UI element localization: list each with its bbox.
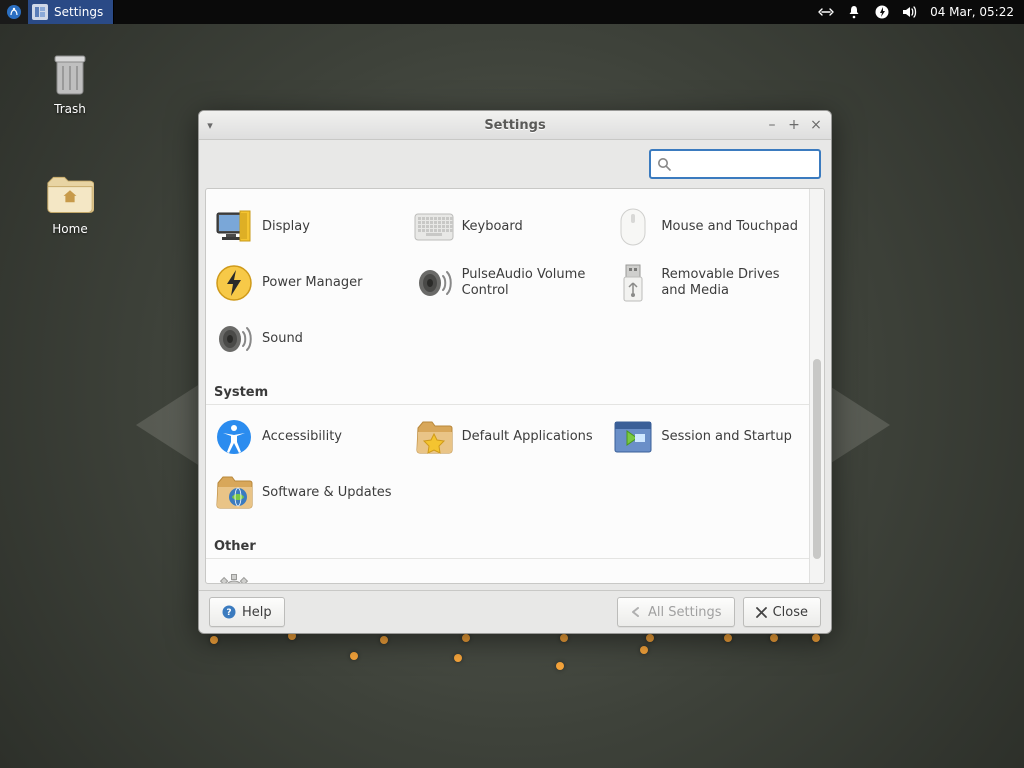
settings-task-icon: [32, 4, 48, 20]
close-label: Close: [773, 605, 808, 620]
svg-text:?: ?: [226, 608, 231, 618]
desktop-icon-trash[interactable]: Trash: [30, 50, 110, 116]
settings-item-label: Power Manager: [262, 275, 362, 291]
settings-item-label: Accessibility: [262, 429, 342, 445]
trash-icon: [46, 50, 94, 98]
scrollbar[interactable]: [809, 189, 824, 583]
accessibility-icon: [214, 417, 254, 457]
help-icon: ?: [222, 605, 236, 619]
usb-icon: [613, 263, 653, 303]
search-icon: [657, 157, 671, 171]
speaker-icon: [214, 319, 254, 359]
search-box[interactable]: [649, 149, 821, 179]
settings-item-label: Removable Drives and Media: [661, 267, 801, 300]
help-button[interactable]: ? Help: [209, 597, 285, 627]
category-header: System: [206, 379, 809, 405]
top-panel: Settings 04 Mar, 05:22: [0, 0, 1024, 24]
all-settings-label: All Settings: [648, 605, 722, 620]
settings-item-display[interactable]: Display: [210, 201, 406, 253]
settings-item-label: Mouse and Touchpad: [661, 219, 798, 235]
settings-item-label: PulseAudio Volume Control: [462, 267, 602, 300]
settings-item-session-and-startup[interactable]: Session and Startup: [609, 411, 805, 463]
back-icon: [630, 606, 642, 618]
window-menu-button[interactable]: ▾: [199, 119, 221, 132]
settings-item-label: Default Applications: [462, 429, 593, 445]
speaker-icon: [414, 263, 454, 303]
settings-item-settings-editor[interactable]: Settings Editor: [210, 565, 406, 583]
gear-icon: [214, 571, 254, 583]
settings-item-power-manager[interactable]: Power Manager: [210, 257, 406, 309]
session-icon: [613, 417, 653, 457]
desktop-icon-home[interactable]: Home: [30, 170, 110, 236]
home-folder-icon: [46, 170, 94, 218]
close-window-button[interactable]: ×: [809, 117, 823, 133]
power-icon: [214, 263, 254, 303]
settings-window: ▾ Settings – + × Display Keyboard Mouse an…: [198, 110, 832, 634]
app-menu-button[interactable]: [0, 0, 28, 24]
settings-item-label: Keyboard: [462, 219, 523, 235]
category-header: Other: [206, 533, 809, 559]
volume-icon[interactable]: [902, 4, 918, 20]
clock[interactable]: 04 Mar, 05:22: [930, 5, 1014, 19]
network-icon[interactable]: [818, 4, 834, 20]
settings-item-label: Display: [262, 219, 310, 235]
software-icon: [214, 473, 254, 513]
help-label: Help: [242, 605, 272, 620]
maximize-button[interactable]: +: [787, 117, 801, 133]
settings-item-accessibility[interactable]: Accessibility: [210, 411, 406, 463]
close-button[interactable]: Close: [743, 597, 821, 627]
footer: ? Help All Settings Close: [199, 590, 831, 633]
desktop-icon-label: Home: [30, 222, 110, 236]
settings-item-label: Software & Updates: [262, 485, 392, 501]
titlebar[interactable]: ▾ Settings – + ×: [199, 111, 831, 140]
settings-item-sound[interactable]: Sound: [210, 313, 406, 365]
window-title: Settings: [199, 118, 831, 133]
notifications-icon[interactable]: [846, 4, 862, 20]
settings-item-keyboard[interactable]: Keyboard: [410, 201, 606, 253]
taskbar-item-label: Settings: [54, 5, 103, 19]
desktop-icon-label: Trash: [30, 102, 110, 116]
settings-item-label: Sound: [262, 331, 303, 347]
close-icon: [756, 607, 767, 618]
search-input[interactable]: [677, 156, 832, 173]
display-icon: [214, 207, 254, 247]
power-icon[interactable]: [874, 4, 890, 20]
mouse-icon: [613, 207, 653, 247]
settings-item-software-updates[interactable]: Software & Updates: [210, 467, 406, 519]
settings-item-removable-drives-and-media[interactable]: Removable Drives and Media: [609, 257, 805, 309]
taskbar-item-settings[interactable]: Settings: [28, 0, 114, 24]
settings-item-default-applications[interactable]: Default Applications: [410, 411, 606, 463]
settings-item-pulseaudio-volume-control[interactable]: PulseAudio Volume Control: [410, 257, 606, 309]
settings-item-mouse-and-touchpad[interactable]: Mouse and Touchpad: [609, 201, 805, 253]
defaultapps-icon: [414, 417, 454, 457]
all-settings-button: All Settings: [617, 597, 735, 627]
settings-item-label: Session and Startup: [661, 429, 792, 445]
minimize-button[interactable]: –: [765, 117, 779, 133]
keyboard-icon: [414, 207, 454, 247]
